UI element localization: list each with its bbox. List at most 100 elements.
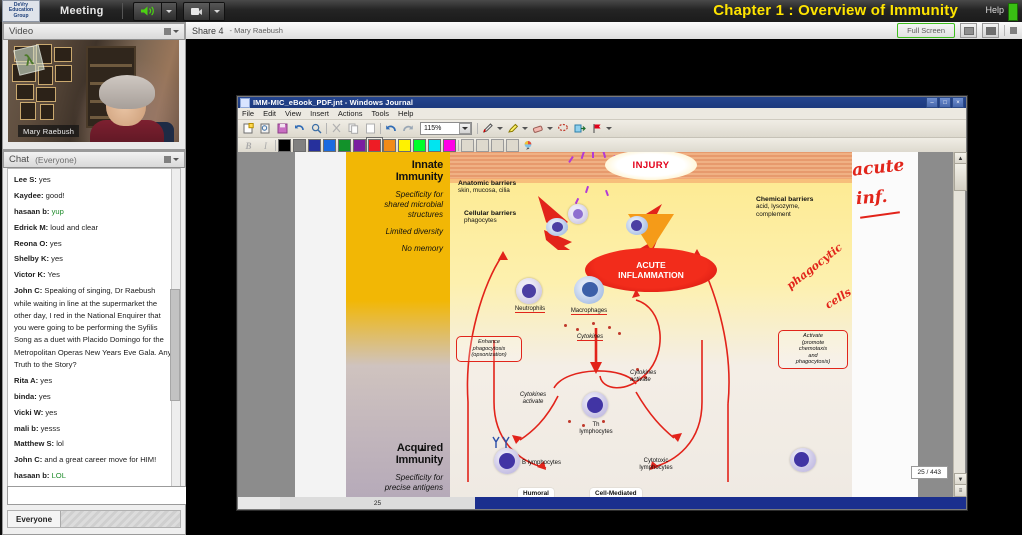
chat-message-author: Reona O: bbox=[14, 238, 48, 248]
innate-limited-diversity: Limited diversity bbox=[385, 227, 443, 236]
open-icon[interactable] bbox=[258, 121, 273, 136]
chevron-down-icon[interactable] bbox=[547, 127, 553, 130]
flag-icon[interactable] bbox=[589, 121, 604, 136]
color-swatch-8[interactable] bbox=[398, 139, 411, 152]
save-icon[interactable] bbox=[275, 121, 290, 136]
help-button[interactable]: Help bbox=[985, 5, 1004, 15]
color-swatch-2[interactable] bbox=[308, 139, 321, 152]
b-lymphocytes-label: B lymphocytes bbox=[522, 460, 562, 466]
video-dropdown-caret[interactable] bbox=[208, 2, 224, 20]
color-picker-icon[interactable] bbox=[521, 138, 536, 153]
menu-item-edit[interactable]: Edit bbox=[263, 109, 276, 118]
color-swatch-3[interactable] bbox=[323, 139, 336, 152]
chat-tab-everyone[interactable]: Everyone bbox=[8, 511, 62, 527]
color-swatch-4[interactable] bbox=[338, 139, 351, 152]
menu-item-file[interactable]: File bbox=[242, 109, 254, 118]
innate-spec-line3: structures bbox=[407, 210, 443, 219]
undo-icon[interactable] bbox=[383, 121, 398, 136]
status-segment-left bbox=[238, 497, 280, 509]
fit-view-icon[interactable] bbox=[982, 23, 999, 38]
panel-options-icon[interactable] bbox=[164, 156, 171, 163]
menu-item-insert[interactable]: Insert bbox=[310, 109, 329, 118]
highlighter-icon[interactable] bbox=[505, 121, 520, 136]
minimize-button[interactable]: – bbox=[926, 97, 938, 108]
journal-title: IMM-MIC_eBook_PDF.jnt - Windows Journal bbox=[253, 98, 414, 107]
scroll-page-icon[interactable]: ≡ bbox=[954, 484, 967, 497]
application-window: DeVry Education Group Meeting Chapter 1 … bbox=[0, 0, 1022, 535]
undo-import-icon[interactable] bbox=[292, 121, 307, 136]
maximize-button[interactable]: □ bbox=[939, 97, 951, 108]
menu-item-actions[interactable]: Actions bbox=[338, 109, 363, 118]
menu-item-view[interactable]: View bbox=[285, 109, 301, 118]
pen-width-2[interactable] bbox=[476, 139, 489, 152]
zoom-level-combobox[interactable]: 115% bbox=[420, 122, 472, 135]
color-swatch-0[interactable] bbox=[278, 139, 291, 152]
pen-width-1[interactable] bbox=[461, 139, 474, 152]
chat-scrollbar[interactable] bbox=[170, 169, 180, 487]
journal-vertical-scrollbar[interactable]: ▲ ▼ ≡ bbox=[953, 152, 967, 497]
video-panel-options[interactable] bbox=[164, 28, 179, 35]
new-note-icon[interactable] bbox=[241, 121, 256, 136]
audio-button[interactable] bbox=[132, 1, 177, 21]
menu-item-tools[interactable]: Tools bbox=[372, 109, 390, 118]
pen-icon[interactable] bbox=[480, 121, 495, 136]
color-swatch-11[interactable] bbox=[443, 139, 456, 152]
chevron-down-icon[interactable] bbox=[522, 127, 528, 130]
chat-message-author: Lee S: bbox=[14, 175, 37, 184]
acquired-immunity-block: Acquired Immunity Specificity for precis… bbox=[351, 442, 443, 493]
chevron-down-icon[interactable] bbox=[173, 158, 179, 161]
chat-message: John C: Speaking of singing, Dr Raebush … bbox=[14, 285, 174, 371]
chevron-down-icon[interactable] bbox=[459, 123, 471, 134]
insert-space-icon[interactable] bbox=[572, 121, 587, 136]
chat-message: Lee S: yes bbox=[14, 174, 174, 186]
color-swatch-5[interactable] bbox=[353, 139, 366, 152]
lasso-select-icon[interactable] bbox=[555, 121, 570, 136]
video-button[interactable] bbox=[182, 1, 225, 21]
color-swatch-6[interactable] bbox=[366, 137, 383, 154]
chat-panel-options[interactable] bbox=[164, 156, 179, 163]
chat-message-author: binda: bbox=[14, 391, 37, 401]
chat-scope-label: (Everyone) bbox=[35, 154, 77, 165]
journal-document-canvas[interactable]: Innate Immunity Specificity for shared m… bbox=[238, 152, 966, 497]
pen-width-3[interactable] bbox=[491, 139, 504, 152]
chat-message-text: loud and clear bbox=[48, 222, 99, 232]
color-swatch-10[interactable] bbox=[428, 139, 441, 152]
eraser-icon[interactable] bbox=[530, 121, 545, 136]
journal-title-bar[interactable]: IMM-MIC_eBook_PDF.jnt - Windows Journal … bbox=[238, 97, 966, 108]
chat-scrollbar-thumb[interactable] bbox=[170, 289, 180, 401]
cell-mediated-label: Cell-Mediated bbox=[590, 488, 642, 497]
chat-input[interactable] bbox=[7, 485, 190, 505]
audio-dropdown-caret[interactable] bbox=[160, 2, 176, 20]
cytotoxic-line1: Cytotoxic bbox=[643, 458, 669, 464]
share-presenter-label: - Mary Raebush bbox=[229, 26, 283, 35]
panel-options-icon[interactable] bbox=[164, 28, 171, 35]
color-swatch-9[interactable] bbox=[413, 139, 426, 152]
chat-message: Shelby K: yes bbox=[14, 253, 174, 265]
acquired-spec-line1: Specificity for bbox=[395, 473, 443, 482]
window-view-icon[interactable] bbox=[960, 23, 977, 38]
redo-icon[interactable] bbox=[400, 121, 415, 136]
find-icon[interactable] bbox=[309, 121, 324, 136]
chat-message-text: lol bbox=[54, 439, 64, 449]
cyto-right-line2: activate bbox=[630, 377, 651, 383]
close-button[interactable]: × bbox=[952, 97, 964, 108]
speaker-icon[interactable] bbox=[134, 5, 161, 17]
color-swatch-7[interactable] bbox=[383, 139, 396, 152]
color-swatch-1[interactable] bbox=[293, 139, 306, 152]
webcam-icon[interactable] bbox=[184, 5, 209, 17]
video-stage[interactable]: λ Mary Raebush bbox=[8, 40, 179, 142]
video-panel-header: Video bbox=[3, 23, 185, 40]
full-screen-button[interactable]: Full Screen bbox=[897, 23, 955, 38]
chevron-down-icon[interactable] bbox=[173, 30, 179, 33]
chevron-down-icon[interactable] bbox=[497, 127, 503, 130]
cytokines-activate-right: Cytokines activate bbox=[630, 370, 686, 384]
pen-width-4[interactable] bbox=[506, 139, 519, 152]
chat-message-text: yesss bbox=[38, 423, 61, 433]
chevron-down-icon[interactable] bbox=[606, 127, 612, 130]
chat-message-list[interactable]: Lee S: yes Kaydee: good! hasaan b: yup Edri… bbox=[7, 168, 181, 488]
page-white-left bbox=[295, 152, 346, 497]
meeting-menu[interactable]: Meeting bbox=[46, 5, 118, 17]
journal-scrollbar-thumb[interactable] bbox=[954, 163, 967, 191]
panel-options-icon[interactable] bbox=[1010, 27, 1017, 34]
menu-item-help[interactable]: Help bbox=[398, 109, 413, 118]
